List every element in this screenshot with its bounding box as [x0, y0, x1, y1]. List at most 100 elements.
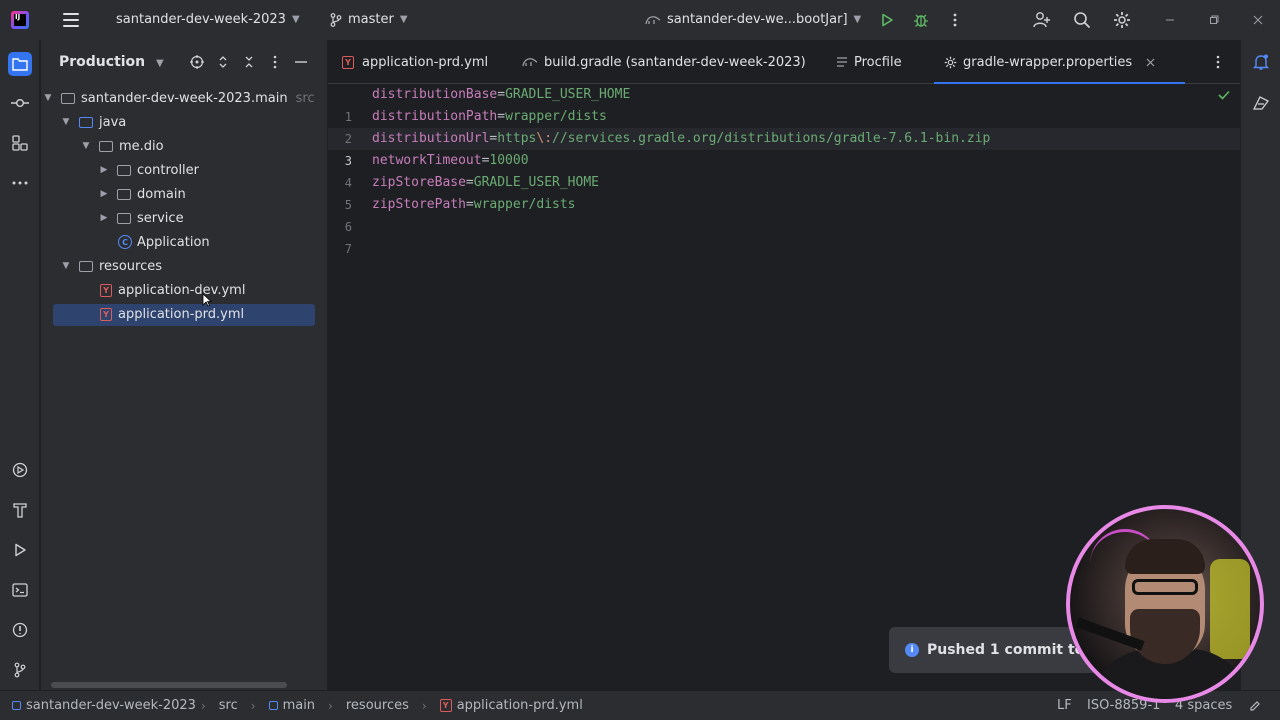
equals-sign: =: [497, 87, 506, 102]
tree-item-resources[interactable]: ▼ resources: [59, 255, 162, 277]
tree-item-application-dev-yml[interactable]: Y application-dev.yml: [100, 279, 245, 301]
run-icon[interactable]: [876, 9, 898, 31]
tree-item-java[interactable]: ▼ java: [59, 111, 127, 133]
tab-procfile[interactable]: Procfile: [836, 40, 902, 84]
restore-window-icon[interactable]: [1203, 9, 1225, 31]
tree-item-application[interactable]: C Application: [118, 231, 210, 253]
breadcrumb-item-file[interactable]: application-prd.yml: [457, 698, 583, 713]
search-icon[interactable]: [1071, 9, 1093, 31]
status-bar: santander-dev-week-2023 › src › main › r…: [0, 690, 1280, 720]
expand-all-icon[interactable]: [212, 51, 234, 73]
close-tab-icon[interactable]: [1146, 58, 1155, 67]
breadcrumb-item-src[interactable]: src: [219, 698, 238, 713]
code-line: 2: [328, 106, 375, 146]
code-line-text: distributionBase=GRADLE_USER_HOME: [372, 84, 630, 106]
source-folder-icon: [79, 116, 93, 128]
left-toolbar: [0, 40, 40, 690]
tree-item-label: application-prd.yml: [118, 306, 245, 322]
read-only-toggle-icon[interactable]: [1249, 700, 1261, 712]
module-icon: [12, 701, 21, 710]
line-number: 7: [344, 242, 352, 256]
debug-icon[interactable]: [910, 9, 932, 31]
tree-item-application-prd-yml[interactable]: Y application-prd.yml: [100, 303, 244, 325]
options-icon[interactable]: [264, 51, 286, 73]
commit-icon[interactable]: [8, 91, 32, 115]
more-tool-windows-icon[interactable]: [8, 171, 32, 195]
breadcrumb-item-project[interactable]: santander-dev-week-2023: [26, 698, 196, 713]
minimize-window-icon[interactable]: [1159, 9, 1181, 31]
main-menu-icon[interactable]: [63, 13, 79, 27]
yaml-file-icon: Y: [342, 55, 354, 69]
webcam-overlay: [1066, 505, 1264, 703]
equals-sign: =: [465, 175, 474, 190]
tree-item-label: Application: [137, 234, 210, 250]
yaml-file-icon: Y: [100, 283, 112, 297]
code-line: 5: [328, 172, 375, 212]
info-icon: i: [905, 643, 919, 657]
text-file-icon: [837, 57, 847, 67]
add-user-icon[interactable]: [1031, 9, 1053, 31]
breadcrumb-separator-icon: ›: [421, 698, 427, 713]
build-hammer-icon[interactable]: [8, 498, 32, 522]
gear-icon[interactable]: [1111, 9, 1133, 31]
code-line-text: distributionUrl=https\://services.gradle…: [372, 128, 990, 150]
more-actions-icon[interactable]: [944, 9, 966, 31]
tab-application-prd-yml[interactable]: Y application-prd.yml: [342, 40, 488, 84]
tree-item-label: domain: [137, 186, 186, 202]
breadcrumb: santander-dev-week-2023 › src › main › r…: [12, 698, 583, 713]
breadcrumb-separator-icon: ›: [328, 698, 333, 713]
tree-item-service[interactable]: ▶ service: [97, 207, 184, 229]
mouse-cursor-icon: [202, 293, 212, 307]
chevron-right-icon: ▶: [100, 213, 108, 223]
chevron-right-icon: ▶: [100, 189, 108, 199]
structure-icon[interactable]: [8, 131, 32, 155]
hide-panel-icon[interactable]: [290, 51, 312, 73]
package-folder-icon: [117, 188, 131, 200]
tab-options-icon[interactable]: [1207, 51, 1229, 73]
tab-label: build.gradle (santander-dev-week-2023): [544, 54, 806, 70]
project-folder-icon[interactable]: [8, 52, 32, 76]
source-root-icon: [268, 701, 278, 710]
notifications-bell-icon[interactable]: [1250, 51, 1272, 73]
tree-item-label: me.dio: [119, 138, 164, 154]
code-line: 6: [328, 194, 375, 234]
problems-icon[interactable]: [8, 618, 32, 642]
breadcrumb-item-main[interactable]: main: [283, 698, 315, 713]
services-icon[interactable]: [8, 458, 32, 482]
tree-item-controller[interactable]: ▶ controller: [97, 159, 200, 181]
project-panel: Production ▼ ▼ santander-dev-week-2023.m…: [41, 40, 327, 690]
tab-label: application-prd.yml: [362, 54, 489, 70]
close-window-icon[interactable]: [1247, 9, 1269, 31]
tree-item-me-dio[interactable]: ▼ me.dio: [79, 135, 164, 157]
yaml-file-icon: Y: [439, 699, 452, 712]
notification-toast[interactable]: i Pushed 1 commit to o: [889, 627, 1099, 673]
tab-gradle-wrapper-properties[interactable]: gradle-wrapper.properties: [933, 40, 1186, 84]
run-config-selector[interactable]: santander-dev-we...bootJar] ▼: [645, 12, 861, 27]
breadcrumb-item-resources[interactable]: resources: [346, 698, 409, 713]
tree-item-label: java: [99, 114, 127, 130]
tree-item-domain[interactable]: ▶ domain: [97, 183, 186, 205]
presenter-hair: [1125, 539, 1205, 574]
select-opened-file-icon[interactable]: [186, 51, 208, 73]
title-bar: IJ santander-dev-week-2023 ▼ master ▼ sa…: [0, 0, 1280, 40]
code-line: 4: [328, 150, 375, 190]
git-icon[interactable]: [8, 658, 32, 682]
project-selector[interactable]: santander-dev-week-2023 ▼: [116, 12, 300, 27]
ai-assistant-icon[interactable]: [1250, 92, 1272, 114]
tree-root[interactable]: ▼ santander-dev-week-2023.main src: [41, 87, 315, 109]
package-folder-icon: [117, 164, 131, 176]
notification-text: Pushed 1 commit to o: [927, 642, 1099, 658]
collapse-all-icon[interactable]: [238, 51, 260, 73]
line-separator-indicator[interactable]: LF: [1057, 698, 1072, 713]
run-tool-icon[interactable]: [8, 538, 32, 562]
branch-selector[interactable]: master ▼: [330, 12, 408, 27]
terminal-icon[interactable]: [8, 578, 32, 602]
tree-root-label: santander-dev-week-2023.main: [81, 90, 288, 106]
code-line-text: zipStorePath=wrapper/dists: [372, 194, 576, 216]
intellij-logo-icon: IJ: [11, 11, 29, 29]
tree-item-label: controller: [137, 162, 200, 178]
property-value: 10000: [489, 153, 529, 168]
horizontal-scrollbar[interactable]: [51, 682, 287, 688]
project-view-selector[interactable]: Production ▼: [59, 54, 164, 70]
tab-build-gradle[interactable]: build.gradle (santander-dev-week-2023): [522, 40, 806, 84]
